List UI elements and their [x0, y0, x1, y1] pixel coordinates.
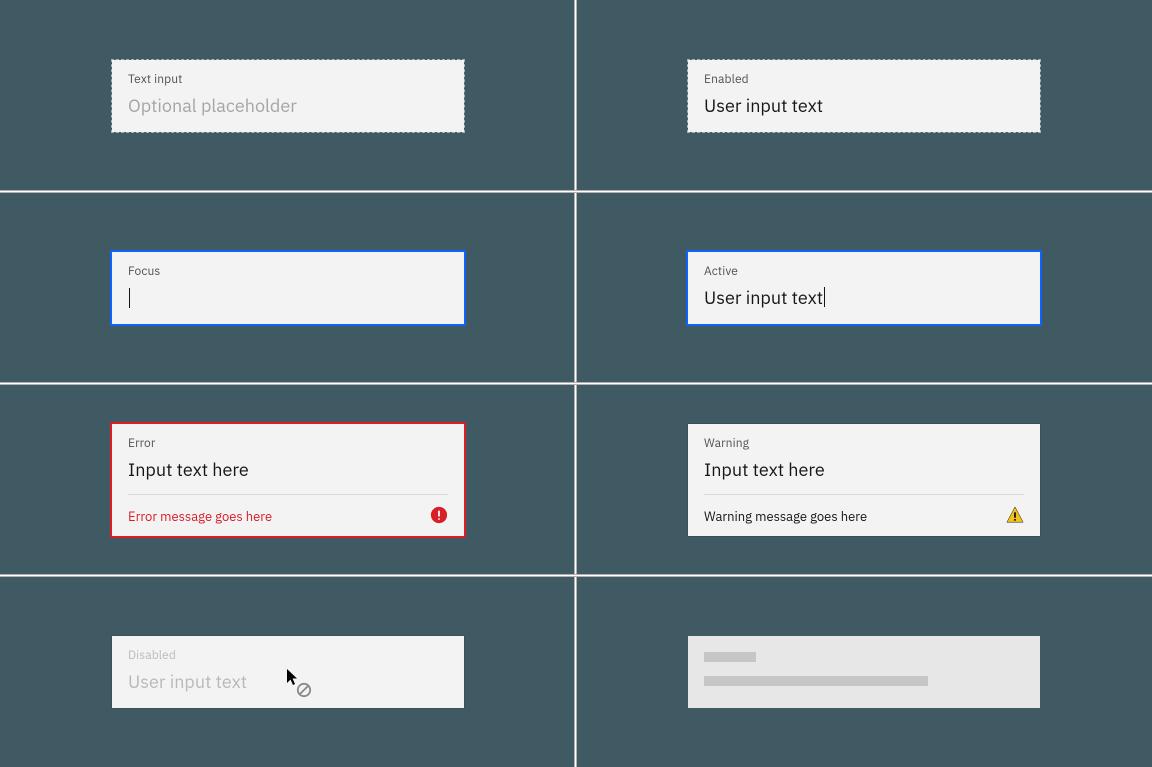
field-value: Input text here — [128, 458, 448, 481]
states-grid: Text input Optional placeholder Enabled … — [0, 0, 1152, 767]
field-placeholder: Optional placeholder — [128, 94, 448, 117]
error-message: Error message goes here — [128, 508, 272, 525]
text-input-enabled[interactable]: Enabled User input text — [688, 60, 1040, 132]
text-input-error[interactable]: Error Input text here Error message goes… — [112, 424, 464, 536]
text-input-active[interactable]: Active User input text — [688, 252, 1040, 324]
warning-message: Warning message goes here — [704, 508, 867, 525]
field-label: Enabled — [704, 72, 749, 87]
field-label: Text input — [128, 72, 182, 87]
text-caret — [129, 288, 130, 308]
field-label: Error — [128, 436, 155, 451]
field-value: User input text — [704, 94, 1024, 117]
divider — [128, 494, 448, 495]
field-label: Warning — [704, 436, 749, 451]
skeleton-bar — [704, 676, 928, 686]
skeleton-bar — [704, 652, 756, 662]
field-label: Disabled — [128, 648, 176, 663]
field-label: Focus — [128, 264, 160, 279]
text-input-disabled: Disabled User input text — [112, 636, 464, 708]
error-filled-icon — [430, 506, 448, 524]
text-input-skeleton — [688, 636, 1040, 708]
field-value: User input text — [704, 286, 1024, 309]
field-label: Active — [704, 264, 738, 279]
field-value: Input text here — [704, 458, 1024, 481]
text-input-warning[interactable]: Warning Input text here Warning message … — [688, 424, 1040, 536]
text-input-default[interactable]: Text input Optional placeholder — [112, 60, 464, 132]
not-allowed-cursor-icon — [286, 668, 320, 702]
warning-filled-icon — [1006, 506, 1024, 524]
text-input-focus[interactable]: Focus — [112, 252, 464, 324]
text-caret — [824, 287, 825, 307]
divider — [704, 494, 1024, 495]
